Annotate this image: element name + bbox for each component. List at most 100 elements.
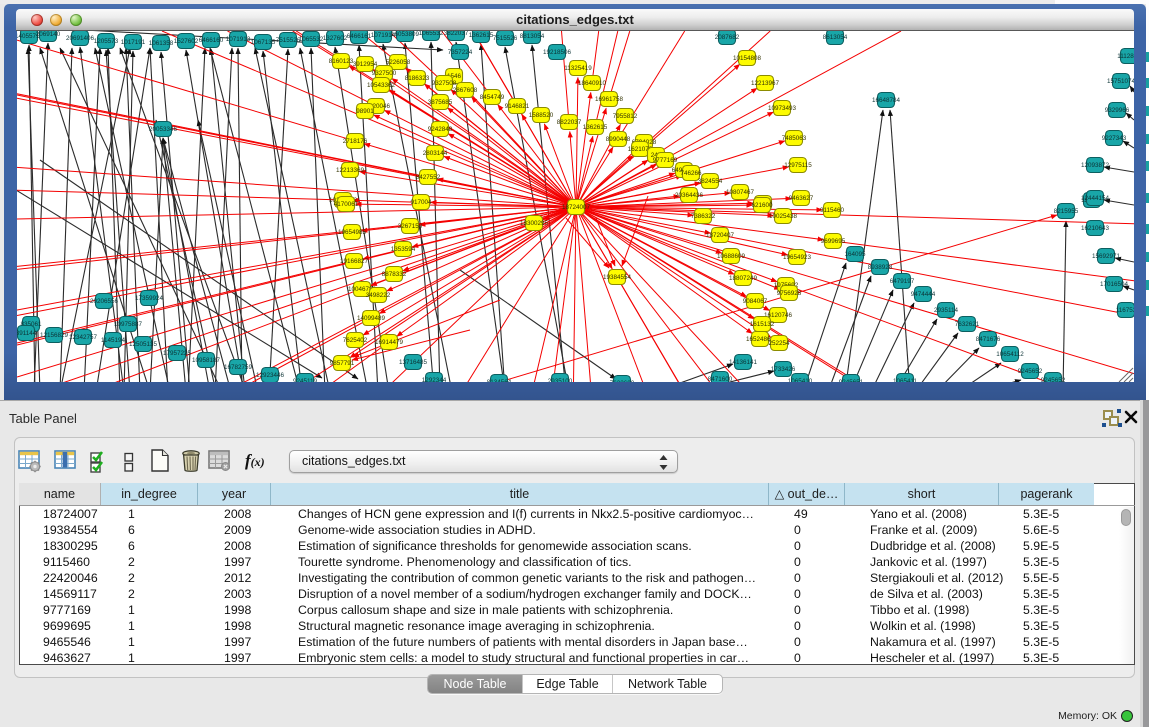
- svg-text:19654923: 19654923: [783, 254, 812, 261]
- svg-text:9242848: 9242848: [428, 126, 453, 133]
- svg-text:16782759: 16782759: [224, 364, 253, 371]
- svg-text:8427552: 8427552: [416, 174, 441, 181]
- svg-text:7515526: 7515526: [493, 35, 518, 42]
- svg-text:917004: 917004: [410, 199, 432, 206]
- svg-text:2935100: 2935100: [548, 378, 573, 382]
- svg-text:1353594: 1353594: [391, 246, 416, 253]
- svg-text:8454749: 8454749: [480, 94, 505, 101]
- svg-text:164095: 164095: [844, 251, 866, 258]
- svg-text:9699695: 9699695: [821, 238, 846, 245]
- svg-text:9245652: 9245652: [1018, 368, 1043, 375]
- svg-text:1145194: 1145194: [101, 337, 126, 344]
- svg-text:9146821: 9146821: [505, 103, 530, 110]
- svg-text:16961758: 16961758: [595, 96, 624, 103]
- svg-text:252254: 252254: [768, 340, 790, 347]
- svg-text:6479197: 6479197: [890, 278, 915, 285]
- svg-text:1112844: 1112844: [1117, 53, 1134, 60]
- svg-text:12213967: 12213967: [751, 80, 780, 87]
- svg-text:17359924: 17359924: [135, 295, 164, 302]
- svg-text:6466161: 6466161: [347, 33, 372, 40]
- svg-text:1588520: 1588520: [529, 112, 554, 119]
- svg-text:7632621: 7632621: [955, 321, 980, 328]
- svg-text:12923446: 12923446: [256, 372, 285, 379]
- svg-text:9327508: 9327508: [432, 80, 457, 87]
- svg-text:1327602: 1327602: [323, 35, 348, 42]
- svg-text:1362615: 1362615: [469, 32, 494, 39]
- svg-text:2069140: 2069140: [36, 31, 61, 38]
- svg-text:19654985: 19654985: [338, 229, 367, 236]
- svg-text:7485063: 7485063: [782, 135, 807, 142]
- svg-text:15751074: 15751074: [1107, 78, 1134, 85]
- svg-text:14099489: 14099489: [357, 315, 386, 322]
- svg-text:12444154: 12444154: [1081, 195, 1110, 202]
- svg-text:19218506: 19218506: [543, 49, 572, 56]
- svg-text:1362615: 1362615: [583, 124, 608, 131]
- svg-text:12213369: 12213369: [336, 167, 365, 174]
- svg-text:9245119: 9245119: [293, 378, 318, 382]
- svg-text:1615132: 1615132: [750, 321, 775, 328]
- svg-text:8215955: 8215955: [1054, 208, 1079, 215]
- svg-text:3498222: 3498222: [366, 292, 391, 299]
- svg-text:1065532: 1065532: [419, 31, 444, 37]
- svg-text:98901: 98901: [356, 108, 374, 115]
- svg-text:9329966: 9329966: [1105, 107, 1130, 114]
- svg-text:1527602: 1527602: [174, 38, 199, 45]
- svg-text:18640910: 18640910: [578, 80, 607, 87]
- svg-text:20691406: 20691406: [66, 35, 95, 42]
- svg-text:8990448: 8990448: [606, 136, 631, 143]
- svg-text:16914479: 16914479: [375, 339, 404, 346]
- svg-text:15692971: 15692971: [1092, 253, 1121, 260]
- svg-text:20364436: 20364436: [675, 192, 704, 199]
- svg-text:10807467: 10807467: [726, 189, 755, 196]
- svg-text:20206556: 20206556: [90, 298, 119, 305]
- svg-text:3875685: 3875685: [428, 99, 453, 106]
- svg-text:3822037: 3822037: [444, 31, 469, 37]
- svg-text:7386322: 7386322: [691, 213, 716, 220]
- svg-text:3912954: 3912954: [353, 61, 378, 68]
- svg-text:2803144: 2803144: [423, 150, 448, 157]
- svg-text:8160123: 8160123: [329, 58, 354, 65]
- svg-text:8813054: 8813054: [520, 33, 545, 40]
- svg-text:7357224: 7357224: [448, 49, 473, 56]
- svg-text:1065532: 1065532: [299, 36, 324, 43]
- svg-text:18300295: 18300295: [520, 220, 549, 227]
- svg-text:7625402: 7625402: [343, 337, 368, 344]
- svg-text:1017191: 1017191: [121, 39, 146, 46]
- svg-text:2718176: 2718176: [343, 138, 368, 145]
- svg-text:2087682: 2087682: [715, 34, 740, 41]
- svg-text:8471676: 8471676: [976, 336, 1001, 343]
- svg-text:6466160: 6466160: [199, 37, 224, 44]
- svg-text:746266: 746266: [680, 170, 702, 177]
- svg-text:12975115: 12975115: [784, 162, 812, 169]
- svg-text:2867608: 2867608: [453, 87, 478, 94]
- svg-text:8878332: 8878332: [382, 271, 407, 278]
- svg-text:621600: 621600: [751, 202, 773, 209]
- svg-text:116753: 116753: [1116, 307, 1134, 314]
- svg-text:10975887: 10975887: [114, 321, 143, 328]
- svg-text:9777169: 9777169: [653, 157, 678, 164]
- svg-text:1065410: 1065410: [788, 378, 813, 382]
- svg-text:8471600: 8471600: [708, 376, 733, 382]
- svg-text:4170061: 4170061: [334, 201, 359, 208]
- svg-text:9756928: 9756928: [777, 290, 802, 297]
- svg-text:12093872: 12093872: [1081, 162, 1110, 169]
- svg-text:2935114: 2935114: [934, 307, 959, 314]
- svg-text:9463627: 9463627: [789, 195, 814, 202]
- svg-text:3824554: 3824554: [698, 178, 723, 185]
- svg-text:13716485: 13716485: [399, 359, 428, 366]
- svg-text:12505135: 12505135: [129, 341, 158, 348]
- svg-text:1205573: 1205573: [94, 38, 119, 45]
- svg-text:8822037: 8822037: [557, 119, 582, 126]
- svg-text:10025438: 10025438: [769, 213, 798, 220]
- svg-text:9245651: 9245651: [839, 379, 864, 382]
- svg-text:16648784: 16648784: [872, 97, 901, 104]
- svg-text:1065411: 1065411: [893, 378, 918, 382]
- svg-text:10973493: 10973493: [768, 105, 797, 112]
- svg-text:3267150: 3267150: [398, 223, 423, 230]
- svg-text:7632600: 7632600: [610, 380, 635, 382]
- svg-text:18720407: 18720407: [706, 232, 735, 239]
- svg-text:8938928: 8938928: [868, 264, 893, 271]
- svg-text:7515526: 7515526: [276, 37, 301, 44]
- svg-text:9245652: 9245652: [1041, 377, 1066, 382]
- svg-text:10154808: 10154808: [733, 55, 762, 62]
